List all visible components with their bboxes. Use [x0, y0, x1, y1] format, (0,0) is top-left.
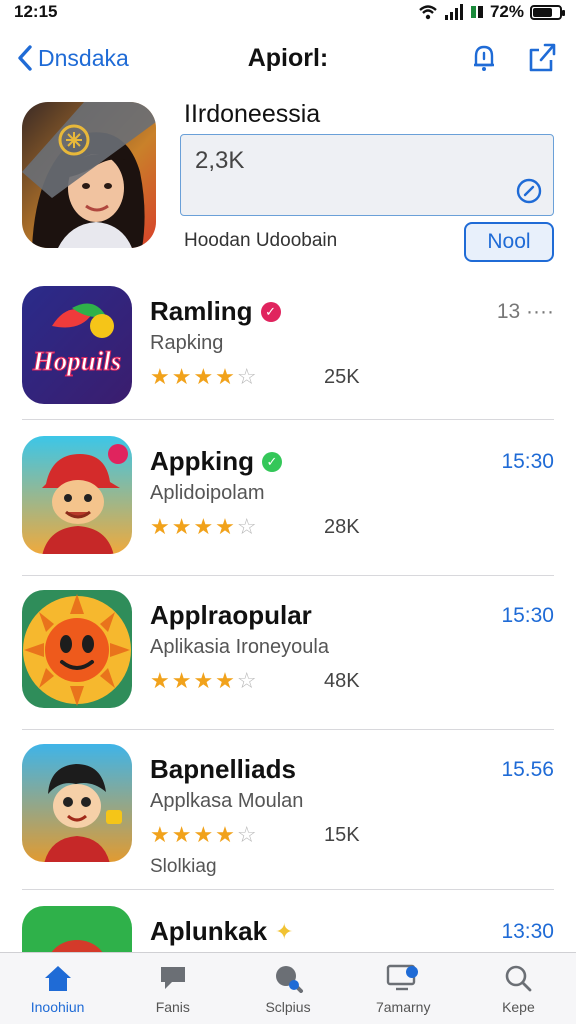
app-name: Applraopular — [150, 600, 312, 631]
tab-label: Kepe — [502, 999, 535, 1015]
review-count: 25K — [324, 366, 360, 388]
app-time[interactable]: 13 ···· — [497, 300, 554, 324]
featured-action-button[interactable]: Nool — [464, 222, 554, 262]
tab-home[interactable]: Inoohiun — [0, 953, 115, 1024]
chat-icon — [155, 961, 191, 995]
app-time[interactable]: 15:30 — [501, 450, 554, 474]
app-time[interactable]: 13:30 — [501, 920, 554, 944]
app-icon-aplunkak[interactable] — [22, 906, 132, 952]
battery-icon — [530, 4, 565, 20]
app-subtitle: Rapking — [150, 332, 224, 354]
tab-fanis[interactable]: Fanis — [115, 953, 230, 1024]
status-indicators: 72% — [418, 2, 565, 22]
list-item[interactable]: Appking ✓ Aplidoipolam ★★★★☆ 28K 15:30 — [22, 436, 554, 576]
tab-label: 7amarny — [375, 999, 431, 1015]
app-name: Ramling ✓ — [150, 296, 281, 327]
app-icon-bapnelliads[interactable] — [22, 744, 132, 862]
bell-icon — [474, 45, 494, 71]
verified-check-icon: ✓ — [262, 451, 282, 472]
tab-7amarny[interactable]: 7amarny — [346, 953, 461, 1024]
featured-subtitle: Hoodan Udoobain — [184, 230, 338, 251]
sparkle-icon: ✦ — [275, 918, 294, 944]
tab-bar: Inoohiun Fanis Sclpius 7amarny Kepe — [0, 952, 576, 1024]
app-name-text: Appking — [150, 446, 254, 476]
app-name-text: Aplunkak — [150, 916, 268, 946]
divider — [22, 575, 554, 576]
cartoon-kid-icon — [22, 744, 132, 862]
app-icon-hopuils[interactable]: Hopuils — [22, 286, 132, 404]
tab-kepe[interactable]: Kepe — [461, 953, 576, 1024]
monitor-icon — [385, 961, 421, 995]
svg-text:Hopuils: Hopuils — [32, 346, 122, 376]
woman-avatar-icon — [22, 102, 156, 248]
featured-input-value: 2,3K — [195, 147, 245, 174]
status-bar: 12:15 72% — [0, 0, 576, 24]
review-count: 15K — [324, 824, 360, 846]
tab-label: Sclpius — [265, 999, 311, 1015]
tab-sclpius[interactable]: Sclpius — [230, 953, 345, 1024]
divider — [22, 889, 554, 890]
star-rating: ★★★★☆ — [150, 822, 259, 847]
app-name: Aplunkak ✦ — [150, 916, 293, 947]
divider — [22, 419, 554, 420]
verified-check-icon: ✓ — [260, 301, 281, 322]
star-rating: ★★★★☆ — [150, 668, 259, 693]
green-app-icon — [22, 906, 132, 952]
list-item[interactable]: Aplunkak ✦ 13:30 — [22, 906, 554, 952]
list-item[interactable]: Bapnelliads Applkasa Moulan ★★★★☆ 15K 15… — [22, 744, 554, 890]
share-button[interactable] — [526, 42, 558, 74]
hopuils-logo-icon: Hopuils — [22, 286, 132, 404]
chevron-left-icon — [18, 45, 32, 71]
app-subtitle: Aplikasia Ironeyoula — [150, 636, 329, 658]
notification-button[interactable] — [468, 42, 500, 74]
app-subtitle: Applkasa Moulan — [150, 790, 304, 812]
sun-face-icon — [22, 590, 132, 708]
data-icon — [470, 6, 483, 18]
search-icon — [500, 961, 536, 995]
review-count: 28K — [324, 516, 360, 538]
app-name-text: Ramling — [150, 296, 253, 326]
app-time[interactable]: 15:30 — [501, 604, 554, 628]
nav-actions — [468, 42, 558, 74]
back-label: Dnsdaka — [38, 44, 129, 71]
app-subtitle: Aplidoipolam — [150, 482, 265, 504]
app-name: Appking ✓ — [150, 446, 282, 477]
tab-label: Fanis — [155, 999, 190, 1015]
tab-label: Inoohiun — [30, 999, 85, 1015]
share-icon — [529, 43, 556, 72]
featured-app: IIrdoneessia 2,3K Hoodan Udoobain Nool — [22, 98, 556, 262]
featured-input[interactable]: 2,3K — [180, 134, 554, 216]
list-item[interactable]: Applraopular Aplikasia Ironeyoula ★★★★☆ … — [22, 590, 554, 730]
divider — [22, 729, 554, 730]
back-button[interactable]: Dnsdaka — [16, 44, 129, 72]
app-name: Bapnelliads — [150, 754, 296, 785]
star-rating: ★★★★☆ — [150, 364, 259, 389]
app-name-text: Applraopular — [150, 600, 312, 630]
featured-title: IIrdoneessia — [184, 100, 321, 128]
app-extra-label: Slolkiag — [150, 856, 217, 877]
search-magnify-icon — [270, 961, 306, 995]
app-icon-appking[interactable] — [22, 436, 132, 554]
review-count: 48K — [324, 670, 360, 692]
nav-bar: Dnsdaka Apiorl: — [0, 32, 576, 84]
cartoon-boy-icon — [22, 436, 132, 554]
app-icon-applraopular[interactable] — [22, 590, 132, 708]
star-rating: ★★★★☆ — [150, 514, 259, 539]
wifi-icon — [419, 5, 437, 20]
status-time: 12:15 — [14, 2, 58, 21]
list-item[interactable]: Hopuils Ramling ✓ Rapking ★★★★☆ 25K 13 ·… — [22, 286, 554, 420]
app-time[interactable]: 15.56 — [501, 758, 554, 782]
app-name-text: Bapnelliads — [150, 754, 296, 784]
home-icon — [40, 961, 76, 995]
signal-icon — [444, 4, 463, 20]
featured-app-icon[interactable] — [22, 102, 156, 248]
clear-icon[interactable] — [515, 177, 543, 205]
battery-percent: 72% — [489, 2, 524, 21]
